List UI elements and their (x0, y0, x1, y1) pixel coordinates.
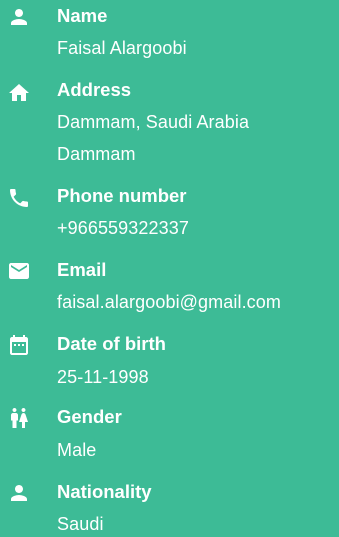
profile-details-panel: Name Faisal Alargoobi Address Dammam, Sa… (0, 0, 339, 537)
field-value: Dammam (57, 144, 136, 164)
person-icon (6, 4, 32, 30)
person-icon (6, 480, 32, 506)
field-value: Dammam, Saudi Arabia (57, 112, 250, 132)
field-label: Email (57, 259, 107, 280)
envelope-icon (6, 258, 32, 284)
field-value: 25-11-1998 (57, 367, 149, 387)
field-label: Phone number (57, 185, 187, 206)
field-value: Faisal Alargoobi (57, 38, 187, 58)
field-label: Date of birth (57, 333, 166, 354)
field-value: faisal.alargoobi@gmail.com (57, 292, 281, 312)
field-value: Saudi (57, 514, 104, 534)
gender-icon (6, 405, 32, 431)
home-icon (6, 80, 32, 106)
phone-icon (6, 185, 32, 211)
field-label: Address (57, 79, 132, 100)
field-label: Nationality (57, 481, 152, 502)
field-value: +966559322337 (57, 218, 189, 238)
field-label: Name (57, 5, 108, 26)
field-value: Male (57, 440, 97, 460)
field-label: Gender (57, 406, 122, 427)
calendar-icon (6, 332, 32, 358)
